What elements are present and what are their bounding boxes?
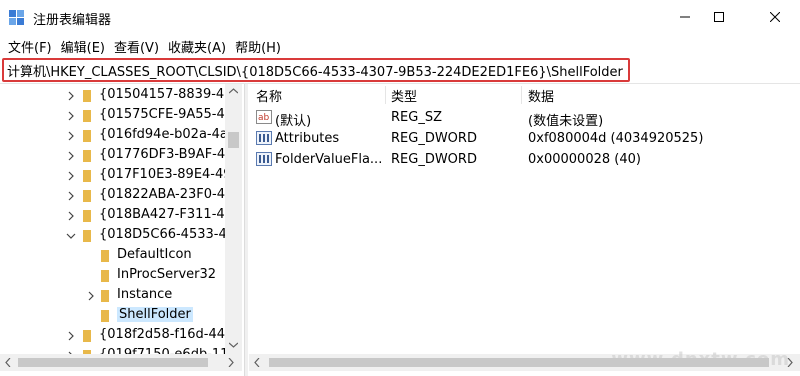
- folder-icon: [101, 310, 109, 322]
- tree-hscroll-thumb[interactable]: [18, 358, 208, 367]
- tree-item[interactable]: {01504157-8839-4I: [0, 86, 228, 106]
- folder-icon: [83, 230, 91, 242]
- address-path: 计算机\HKEY_CLASSES_ROOT\CLSID\{018D5C66-45…: [7, 64, 623, 80]
- tree-item[interactable]: {016fd94e-b02a-4a: [0, 126, 228, 146]
- chevron-right-icon[interactable]: [66, 191, 76, 201]
- tree-item-label: {01822ABA-23F0-4: [99, 187, 225, 202]
- tree-item-child[interactable]: Instance: [0, 286, 224, 306]
- tree-item-label: {018D5C66-4533-4: [99, 227, 227, 242]
- dword-value-icon: [256, 131, 272, 145]
- folder-icon: [101, 290, 109, 302]
- folder-icon: [83, 210, 91, 222]
- menu-edit[interactable]: 编辑(E): [59, 37, 112, 56]
- chevron-right-icon[interactable]: [66, 331, 76, 341]
- value-name: FolderValueFla...: [275, 152, 383, 167]
- svg-text:ab: ab: [258, 113, 270, 123]
- folder-icon: [83, 150, 91, 162]
- tree-item-label: DefaultIcon: [117, 247, 192, 262]
- scroll-down-icon[interactable]: [229, 342, 238, 348]
- tree-item[interactable]: {018BA427-F311-4: [0, 206, 225, 226]
- menu-view[interactable]: 查看(V): [112, 37, 166, 56]
- tree-item[interactable]: {018f2d58-f16d-44: [0, 326, 226, 346]
- dword-value-icon: [256, 152, 272, 166]
- column-divider[interactable]: [385, 86, 386, 104]
- column-divider[interactable]: [521, 86, 522, 104]
- watermark: www.dnxtw.com: [611, 349, 790, 370]
- tree-scroll-thumb[interactable]: [228, 132, 239, 148]
- maximize-icon: [714, 12, 724, 22]
- close-icon: [770, 12, 780, 22]
- chevron-right-icon[interactable]: [86, 291, 96, 301]
- title-bar: 注册表编辑器: [0, 0, 800, 34]
- value-data: 0x00000028 (40): [528, 152, 641, 167]
- scroll-left-icon[interactable]: [254, 358, 260, 367]
- tree-item-label: {01575CFE-9A55-4(: [99, 107, 230, 122]
- tree-item-label: {01504157-8839-4I: [99, 87, 229, 102]
- value-type: REG_DWORD: [391, 131, 477, 146]
- tree-item-child[interactable]: ShellFolder: [0, 306, 224, 326]
- tree-item-label: {018BA427-F311-4: [99, 207, 225, 222]
- scroll-up-icon[interactable]: [229, 88, 238, 94]
- value-type: REG_SZ: [391, 110, 442, 125]
- scroll-right-icon[interactable]: [228, 358, 234, 367]
- chevron-right-icon[interactable]: [66, 131, 76, 141]
- key-tree[interactable]: {01504157-8839-4I {01575CFE-9A55-4( {016fd…: [0, 84, 244, 376]
- maximize-button[interactable]: [696, 0, 742, 34]
- pane-splitter[interactable]: [244, 84, 248, 376]
- menu-file[interactable]: 文件(F): [6, 37, 59, 56]
- chevron-right-icon[interactable]: [66, 211, 76, 221]
- tree-item[interactable]: {01776DF3-B9AF-4: [0, 146, 226, 166]
- value-data: 0xf080004d (4034920525): [528, 131, 704, 146]
- tree-item-label: {018f2d58-f16d-44: [99, 327, 226, 342]
- tree-item-label: {017F10E3-89E4-49: [99, 167, 232, 182]
- chevron-right-icon[interactable]: [66, 91, 76, 101]
- folder-icon: [83, 170, 91, 182]
- tree-item-child[interactable]: InProcServer32: [0, 266, 224, 286]
- tree-vertical-scrollbar[interactable]: [225, 84, 242, 354]
- menu-help[interactable]: 帮助(H): [233, 37, 288, 56]
- address-bar[interactable]: 计算机\HKEY_CLASSES_ROOT\CLSID\{018D5C66-45…: [2, 58, 630, 82]
- window-title: 注册表编辑器: [33, 13, 112, 28]
- tree-item-label: {01776DF3-B9AF-4: [99, 147, 226, 162]
- column-header-data[interactable]: 数据: [528, 86, 554, 105]
- tree-item-label: Instance: [117, 287, 173, 302]
- close-button[interactable]: [752, 0, 798, 34]
- chevron-down-icon[interactable]: [66, 231, 76, 241]
- tree-item-label: ShellFolder: [117, 307, 193, 322]
- value-row[interactable]: Attributes REG_DWORD 0xf080004d (403492052…: [249, 129, 800, 149]
- folder-icon: [101, 250, 109, 262]
- folder-icon: [83, 130, 91, 142]
- value-type: REG_DWORD: [391, 152, 477, 167]
- chevron-right-icon[interactable]: [66, 111, 76, 121]
- value-data: (数值未设置): [528, 114, 604, 129]
- value-row[interactable]: FolderValueFla... REG_DWORD 0x00000028 (40…: [249, 150, 800, 170]
- folder-icon: [83, 90, 91, 102]
- folder-icon: [83, 110, 91, 122]
- folder-icon: [101, 270, 109, 282]
- value-name: (默认): [275, 114, 312, 129]
- minimize-icon: [680, 16, 690, 18]
- tree-horizontal-scrollbar[interactable]: [0, 354, 242, 371]
- column-header-name[interactable]: 名称: [256, 86, 282, 105]
- string-value-icon: ab: [256, 110, 272, 124]
- tree-item-label: InProcServer32: [117, 267, 217, 282]
- chevron-right-icon[interactable]: [66, 151, 76, 161]
- tree-item-label: {016fd94e-b02a-4a: [99, 127, 228, 142]
- values-list[interactable]: 名称 类型 数据 ab (默认) REG_SZ (数值未设置) Attributes RE…: [249, 84, 800, 376]
- tree-item[interactable]: {017F10E3-89E4-49: [0, 166, 232, 186]
- scroll-left-icon[interactable]: [5, 358, 11, 367]
- column-header-type[interactable]: 类型: [391, 86, 417, 105]
- folder-icon: [83, 190, 91, 202]
- tree-item[interactable]: {018D5C66-4533-4: [0, 226, 227, 246]
- folder-icon: [83, 330, 91, 342]
- value-row[interactable]: ab (默认) REG_SZ (数值未设置): [249, 108, 800, 129]
- tree-item[interactable]: {01575CFE-9A55-4(: [0, 106, 230, 126]
- value-name: Attributes: [275, 131, 340, 146]
- chevron-right-icon[interactable]: [66, 171, 76, 181]
- tree-item[interactable]: {01822ABA-23F0-4: [0, 186, 225, 206]
- menu-bar: 文件(F) 编辑(E) 查看(V) 收藏夹(A) 帮助(H): [0, 35, 800, 57]
- regedit-app-icon: [9, 10, 24, 25]
- menu-favorites[interactable]: 收藏夹(A): [166, 37, 233, 56]
- tree-item-child[interactable]: DefaultIcon: [0, 246, 224, 266]
